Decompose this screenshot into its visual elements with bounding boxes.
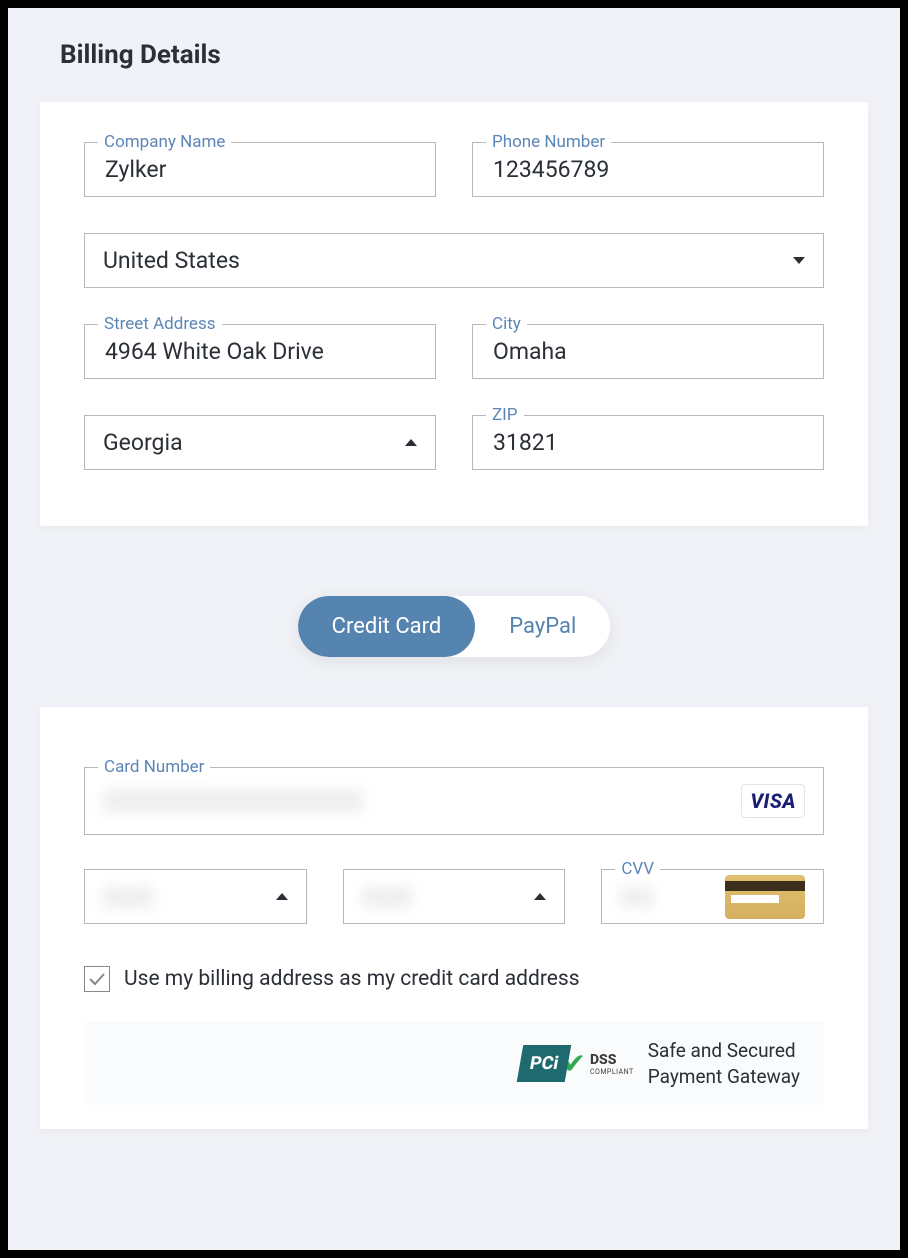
expiry-month-masked [103, 886, 153, 908]
caret-up-icon [405, 439, 417, 446]
zip-input[interactable] [491, 428, 805, 457]
caret-up-icon [534, 893, 546, 900]
company-input[interactable] [103, 155, 417, 184]
card-number-input-box[interactable]: VISA [84, 767, 824, 835]
use-billing-checkbox[interactable] [84, 966, 110, 992]
billing-card: Company Name Phone Number United States [40, 102, 868, 526]
cvv-masked [620, 887, 654, 907]
expiry-month-select[interactable] [84, 869, 307, 924]
pci-icon: PCi [517, 1045, 572, 1082]
card-number-label: Card Number [98, 757, 210, 777]
card-brand-badge: VISA [741, 784, 805, 818]
street-label: Street Address [98, 314, 222, 334]
use-billing-label: Use my billing address as my credit card… [124, 967, 580, 991]
zip-label: ZIP [486, 405, 524, 425]
tab-paypal[interactable]: PayPal [475, 596, 610, 657]
street-input[interactable] [103, 337, 417, 366]
use-billing-row: Use my billing address as my credit card… [84, 966, 824, 992]
company-field: Company Name [84, 142, 436, 197]
phone-label: Phone Number [486, 132, 611, 152]
state-field: Georgia [84, 415, 436, 470]
card-number-field: Card Number VISA [84, 767, 824, 835]
pci-dss-badge: PCi ✔ DSS COMPLIANT [520, 1045, 634, 1082]
country-value: United States [103, 247, 240, 274]
card-number-masked [103, 789, 363, 813]
street-field: Street Address [84, 324, 436, 379]
page-title: Billing Details [60, 40, 868, 70]
expiry-year-field [343, 869, 566, 924]
city-input[interactable] [491, 337, 805, 366]
company-label: Company Name [98, 132, 231, 152]
security-row: PCi ✔ DSS COMPLIANT Safe and Secured Pay… [84, 1022, 824, 1105]
security-text: Safe and Secured Payment Gateway [648, 1038, 800, 1089]
cvv-label: CVV [615, 859, 660, 879]
state-select[interactable]: Georgia [84, 415, 436, 470]
caret-down-icon [793, 257, 805, 264]
expiry-year-select[interactable] [343, 869, 566, 924]
city-label: City [486, 314, 527, 334]
dss-text: DSS COMPLIANT [590, 1052, 634, 1076]
country-select[interactable]: United States [84, 233, 824, 288]
country-field: United States [84, 233, 824, 288]
zip-field: ZIP [472, 415, 824, 470]
payment-method-toggle: Credit Card PayPal [40, 596, 868, 657]
expiry-month-field [84, 869, 307, 924]
expiry-year-masked [362, 886, 412, 908]
tab-credit-card[interactable]: Credit Card [298, 596, 476, 657]
card-details-card: Card Number VISA CVV [40, 707, 868, 1129]
caret-up-icon [276, 893, 288, 900]
cvv-field: CVV [601, 869, 824, 924]
card-back-icon [725, 875, 805, 919]
state-value: Georgia [103, 429, 183, 456]
city-field: City [472, 324, 824, 379]
phone-field: Phone Number [472, 142, 824, 197]
phone-input[interactable] [491, 155, 805, 184]
